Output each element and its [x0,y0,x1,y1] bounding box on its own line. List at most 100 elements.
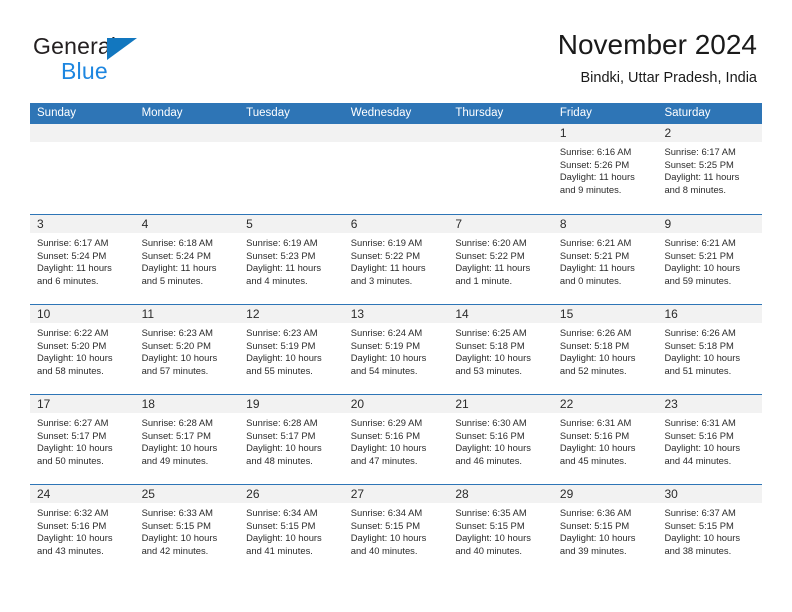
day-sun-info: Sunrise: 6:26 AM Sunset: 5:18 PM Daylight:… [553,323,658,377]
calendar-day-cell[interactable]: 2 Sunrise: 6:17 AM Sunset: 5:25 PM Daylight… [657,124,763,214]
sunrise-text: Sunrise: 6:19 AM [350,237,423,248]
sunset-text: Sunset: 5:24 PM [141,249,211,261]
page-subtitle: Bindki, Uttar Pradesh, India [580,70,757,86]
sunset-text: Sunset: 5:16 PM [350,429,421,441]
sunrise-text: Sunrise: 6:27 AM [37,417,109,428]
day-sun-info: Sunrise: 6:34 AM Sunset: 5:15 PM Daylight:… [239,503,344,557]
calendar-day-cell[interactable]: 12 Sunrise: 6:23 AM Sunset: 5:19 PM Dayligh… [239,305,344,394]
sunrise-text: Sunrise: 6:31 AM [664,417,736,428]
calendar-day-cell[interactable]: 16 Sunrise: 6:26 AM Sunset: 5:18 PM Dayligh… [657,305,763,394]
day-number: 18 [134,395,240,413]
calendar-day-cell[interactable]: 5 Sunrise: 6:19 AM Sunset: 5:23 PM Daylight… [239,215,344,304]
sunrise-text: Sunrise: 6:29 AM [350,417,423,428]
weekday-header-tuesday: Tuesday [246,107,290,119]
calendar-day-cell[interactable]: 14 Sunrise: 6:25 AM Sunset: 5:18 PM Dayligh… [448,305,553,394]
day-sun-info: Sunrise: 6:17 AM Sunset: 5:25 PM Daylight:… [657,142,762,196]
day-sun-info: Sunrise: 6:17 AM Sunset: 5:24 PM Daylight:… [30,233,135,287]
calendar-day-cell[interactable]: 24 Sunrise: 6:32 AM Sunset: 5:16 PM Dayligh… [30,485,135,574]
daylight-text: Daylight: 10 hours and 59 minutes. [664,262,741,286]
daylight-text: Daylight: 11 hours and 0 minutes. [559,262,635,286]
day-number: 24 [30,485,135,503]
calendar-day-cell[interactable]: 27 Sunrise: 6:34 AM Sunset: 5:15 PM Dayligh… [343,485,449,574]
calendar-day-cell[interactable]: 30 Sunrise: 6:37 AM Sunset: 5:15 PM Dayligh… [657,485,763,574]
daylight-text: Daylight: 10 hours and 47 minutes. [350,442,427,466]
sunset-text: Sunset: 5:18 PM [559,339,630,351]
calendar-day-cell[interactable]: 4 Sunrise: 6:18 AM Sunset: 5:24 PM Daylight… [134,215,240,304]
calendar-day-cell[interactable]: 1 Sunrise: 6:16 AM Sunset: 5:26 PM Daylight… [552,124,658,214]
day-sun-info: Sunrise: 6:19 AM Sunset: 5:22 PM Daylight:… [344,233,449,287]
day-number: 11 [134,305,240,323]
day-sun-info: Sunrise: 6:26 AM Sunset: 5:18 PM Daylight:… [657,323,762,377]
calendar-week-row: 24 Sunrise: 6:32 AM Sunset: 5:16 PM Dayligh… [30,484,763,574]
sunrise-text: Sunrise: 6:16 AM [559,146,632,157]
calendar-week-row: 17 Sunrise: 6:27 AM Sunset: 5:17 PM Dayligh… [30,394,763,484]
calendar-day-cell[interactable]: 18 Sunrise: 6:28 AM Sunset: 5:17 PM Dayligh… [134,395,240,484]
sunrise-text: Sunrise: 6:20 AM [455,237,527,248]
calendar-day-cell-empty [30,124,135,214]
calendar-day-cell[interactable]: 3 Sunrise: 6:17 AM Sunset: 5:24 PM Daylight… [30,215,135,304]
sunrise-text: Sunrise: 6:22 AM [37,327,109,338]
sunset-text: Sunset: 5:17 PM [141,429,211,441]
calendar-day-cell[interactable]: 8 Sunrise: 6:21 AM Sunset: 5:21 PM Daylight… [552,215,658,304]
day-sun-info: Sunrise: 6:29 AM Sunset: 5:16 PM Daylight:… [344,413,449,467]
day-sun-info: Sunrise: 6:28 AM Sunset: 5:17 PM Daylight:… [239,413,344,467]
sunset-text: Sunset: 5:20 PM [141,339,211,351]
sunrise-text: Sunrise: 6:31 AM [559,417,632,428]
day-number: 13 [343,305,449,323]
day-sun-info: Sunrise: 6:23 AM Sunset: 5:19 PM Daylight:… [239,323,344,377]
calendar-day-cell[interactable]: 9 Sunrise: 6:21 AM Sunset: 5:21 PM Daylight… [657,215,763,304]
daylight-text: Daylight: 10 hours and 55 minutes. [246,352,322,376]
day-number: 16 [657,305,763,323]
sunrise-text: Sunrise: 6:24 AM [350,327,423,338]
calendar-day-cell[interactable]: 11 Sunrise: 6:23 AM Sunset: 5:20 PM Dayligh… [134,305,240,394]
sunrise-text: Sunrise: 6:26 AM [664,327,736,338]
calendar-day-cell[interactable]: 22 Sunrise: 6:31 AM Sunset: 5:16 PM Dayligh… [552,395,658,484]
calendar-day-cell[interactable]: 20 Sunrise: 6:29 AM Sunset: 5:16 PM Dayligh… [343,395,449,484]
sunset-text: Sunset: 5:17 PM [37,429,107,441]
day-number [134,124,240,142]
calendar-day-cell[interactable]: 7 Sunrise: 6:20 AM Sunset: 5:22 PM Daylight… [448,215,553,304]
sunset-text: Sunset: 5:15 PM [141,519,211,531]
day-number: 5 [239,215,344,233]
day-sun-info: Sunrise: 6:34 AM Sunset: 5:15 PM Daylight:… [344,503,449,557]
calendar-day-cell[interactable]: 13 Sunrise: 6:24 AM Sunset: 5:19 PM Dayligh… [343,305,449,394]
day-sun-info: Sunrise: 6:31 AM Sunset: 5:16 PM Daylight:… [553,413,658,467]
day-sun-info: Sunrise: 6:21 AM Sunset: 5:21 PM Daylight:… [553,233,658,287]
calendar-day-cell[interactable]: 29 Sunrise: 6:36 AM Sunset: 5:15 PM Dayligh… [552,485,658,574]
day-number: 26 [239,485,344,503]
sunrise-text: Sunrise: 6:32 AM [37,507,109,518]
sunset-text: Sunset: 5:15 PM [664,519,734,531]
day-number: 2 [657,124,763,142]
calendar-day-cell[interactable]: 23 Sunrise: 6:31 AM Sunset: 5:16 PM Dayligh… [657,395,763,484]
generalblue-logo[interactable]: General Blue [33,33,233,85]
sunrise-text: Sunrise: 6:23 AM [141,327,213,338]
calendar-day-cell[interactable]: 19 Sunrise: 6:28 AM Sunset: 5:17 PM Dayligh… [239,395,344,484]
calendar-day-cell[interactable]: 17 Sunrise: 6:27 AM Sunset: 5:17 PM Dayligh… [30,395,135,484]
weekday-header-monday: Monday [141,107,183,119]
day-sun-info: Sunrise: 6:37 AM Sunset: 5:15 PM Daylight:… [657,503,762,557]
day-sun-info: Sunrise: 6:16 AM Sunset: 5:26 PM Daylight:… [553,142,658,196]
day-sun-info: Sunrise: 6:30 AM Sunset: 5:16 PM Daylight:… [448,413,553,467]
calendar-day-cell[interactable]: 15 Sunrise: 6:26 AM Sunset: 5:18 PM Dayligh… [552,305,658,394]
day-sun-info: Sunrise: 6:20 AM Sunset: 5:22 PM Daylight:… [448,233,553,287]
daylight-text: Daylight: 10 hours and 54 minutes. [350,352,427,376]
sunrise-text: Sunrise: 6:26 AM [559,327,632,338]
sunrise-text: Sunrise: 6:33 AM [141,507,213,518]
sunrise-text: Sunrise: 6:34 AM [246,507,318,518]
sunset-text: Sunset: 5:16 PM [37,519,107,531]
calendar-day-cell[interactable]: 28 Sunrise: 6:35 AM Sunset: 5:15 PM Dayligh… [448,485,553,574]
daylight-text: Daylight: 11 hours and 5 minutes. [141,262,217,286]
daylight-text: Daylight: 10 hours and 45 minutes. [559,442,636,466]
calendar-day-cell[interactable]: 25 Sunrise: 6:33 AM Sunset: 5:15 PM Dayligh… [134,485,240,574]
weekday-header-sunday: Sunday [37,107,77,119]
calendar-grid: Sunday Monday Tuesday Wednesday Thursday… [30,103,763,574]
sunset-text: Sunset: 5:25 PM [664,158,734,170]
calendar-day-cell[interactable]: 6 Sunrise: 6:19 AM Sunset: 5:22 PM Daylight… [343,215,449,304]
daylight-text: Daylight: 10 hours and 42 minutes. [141,532,218,556]
day-number: 10 [30,305,135,323]
calendar-day-cell[interactable]: 10 Sunrise: 6:22 AM Sunset: 5:20 PM Dayligh… [30,305,135,394]
calendar-day-cell[interactable]: 21 Sunrise: 6:30 AM Sunset: 5:16 PM Dayligh… [448,395,553,484]
sunset-text: Sunset: 5:22 PM [455,249,525,261]
calendar-day-cell[interactable]: 26 Sunrise: 6:34 AM Sunset: 5:15 PM Dayligh… [239,485,344,574]
sunrise-text: Sunrise: 6:34 AM [350,507,423,518]
